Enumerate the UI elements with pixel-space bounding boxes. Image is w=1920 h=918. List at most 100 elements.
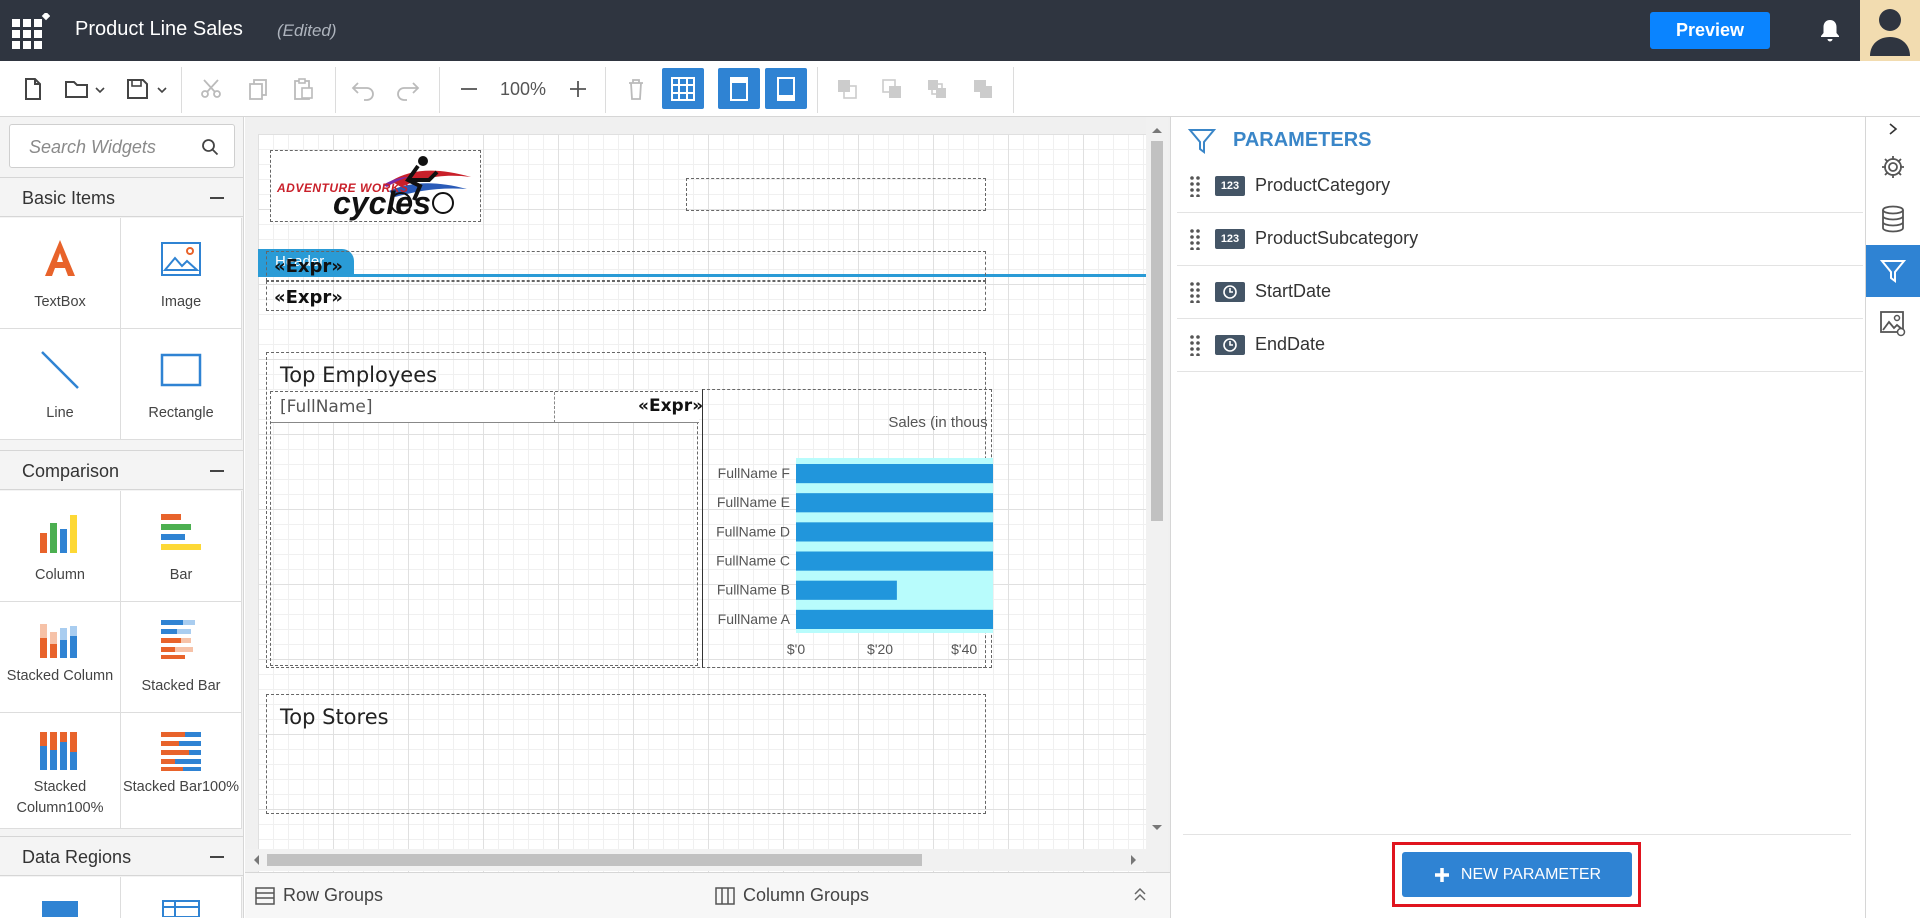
scroll-left-icon[interactable] [247,849,267,871]
widget-stacked-bar100[interactable]: Stacked Bar100% [121,713,242,829]
widget-stacked-column[interactable]: Stacked Column [0,602,121,713]
data-source-icon[interactable] [1866,193,1920,245]
user-avatar[interactable] [1860,0,1920,61]
cut-icon[interactable] [196,73,226,105]
scroll-down-icon[interactable] [1146,817,1168,837]
properties-rail [1865,117,1920,918]
widget-rectangle[interactable]: Rectangle [121,329,242,440]
image-manager-icon[interactable] [1866,297,1920,349]
expr-text: «Expr» [274,256,343,277]
parameter-item[interactable]: 123 ProductCategory [1177,160,1863,213]
notification-bell-icon[interactable] [1818,18,1842,44]
app-grid-icon[interactable] [10,11,51,51]
preview-button[interactable]: Preview [1650,12,1770,49]
top-employees-rectangle[interactable]: Top Employees [FullName] «Expr» Sales (i… [266,352,1056,668]
grid-toggle-icon[interactable] [662,68,704,109]
expr-textbox-1[interactable]: «Expr» [266,251,986,281]
copy-icon[interactable] [243,73,273,105]
bring-forward-icon[interactable] [832,73,862,105]
widget-textbox[interactable]: TextBox [0,218,121,329]
employees-table[interactable]: [FullName] «Expr» [270,391,703,666]
parameters-filter-icon[interactable] [1866,245,1920,297]
drag-handle-icon[interactable] [1189,334,1201,356]
save-icon[interactable] [124,73,170,105]
list-icon [121,897,241,917]
drag-handle-icon[interactable] [1189,228,1201,250]
expr-text: «Expr» [274,287,343,308]
redo-icon[interactable] [393,73,423,105]
section-title: Data Regions [22,847,132,867]
widget-bar[interactable]: Bar [121,491,242,602]
send-to-back-icon[interactable] [968,73,998,105]
column-groups-tab[interactable]: Column Groups [715,885,869,906]
section-data-regions[interactable]: Data Regions [0,836,243,876]
canvas-horizontal-scrollbar[interactable] [245,849,1147,871]
expr-cell[interactable]: «Expr» [638,396,703,416]
image-icon [121,242,241,276]
employees-chart[interactable]: Sales (in thous FullName F FullName E FullN… [702,389,1056,668]
top-stores-rectangle[interactable]: Top Stores [266,694,986,814]
designer-toolbar: 100% [0,61,1920,117]
collapse-icon[interactable] [210,856,224,858]
chart-category-label: FullName C [716,553,790,569]
bring-to-front-icon[interactable] [877,73,907,105]
drag-handle-icon[interactable] [1189,281,1201,303]
chart-bar [796,580,897,600]
widget-stacked-bar[interactable]: Stacked Bar [121,602,242,713]
logo-image[interactable]: ADVENTURE WORKS cycles [270,150,481,222]
chart-bar [796,464,1049,484]
widget-column[interactable]: Column [0,491,121,602]
search-icon[interactable] [201,138,219,161]
parameter-item[interactable]: EndDate [1177,319,1863,372]
row-groups-tab[interactable]: Row Groups [255,885,383,906]
collapse-icon[interactable] [210,197,224,199]
search-widgets-input[interactable]: Search Widgets [9,124,235,168]
top-employees-title: Top Employees [280,363,438,387]
section-basic-items[interactable]: Basic Items [0,177,243,217]
settings-gear-icon[interactable] [1866,141,1920,193]
stacked-bar-icon [121,618,241,660]
column-groups-label: Column Groups [743,885,870,905]
delete-icon[interactable] [621,73,651,105]
zoom-out-icon[interactable] [454,73,484,105]
header-textbox[interactable] [686,178,986,211]
report-page[interactable]: ADVENTURE WORKS cycles Header «Expr» «Ex… [258,134,1158,872]
widget-line[interactable]: Line [0,329,121,440]
widget-table[interactable] [0,877,121,918]
new-file-icon[interactable] [18,73,48,105]
scroll-up-icon[interactable] [1146,121,1168,141]
paste-icon[interactable] [288,73,318,105]
widget-stacked-column100[interactable]: Stacked Column100% [0,713,121,829]
scroll-right-icon[interactable] [1123,849,1143,871]
parameters-title: PARAMETERS [1233,129,1372,151]
zoom-in-icon[interactable] [563,73,593,105]
collapse-icon[interactable] [210,470,224,472]
expand-groups-icon[interactable] [1130,885,1150,905]
widget-label: Stacked Column100% [16,779,104,816]
chart-category-label: FullName F [718,465,790,481]
open-folder-icon[interactable] [62,73,108,105]
table-icon [0,897,120,917]
new-parameter-button[interactable]: NEW PARAMETER [1402,852,1632,897]
widget-label: Image [160,294,202,310]
widget-label: Rectangle [148,405,214,421]
design-canvas[interactable]: ADVENTURE WORKS cycles Header «Expr» «Ex… [245,117,1170,872]
send-backward-icon[interactable] [922,73,952,105]
widget-label: TextBox [34,294,86,310]
expr-textbox-2[interactable]: «Expr» [266,281,986,311]
widget-label: Line [46,405,74,421]
section-comparison[interactable]: Comparison [0,450,243,490]
widget-list[interactable] [121,877,242,918]
widget-label: Column [35,567,85,583]
header-toggle-icon[interactable] [718,68,760,109]
parameter-item[interactable]: 123 ProductSubcategory [1177,213,1863,266]
fullname-cell[interactable]: [FullName] [280,397,373,417]
undo-icon[interactable] [348,73,378,105]
widget-image[interactable]: Image [121,218,242,329]
canvas-vertical-scrollbar[interactable] [1146,117,1168,872]
collapse-panel-icon[interactable] [1866,117,1920,141]
footer-toggle-icon[interactable] [765,68,807,109]
parameter-item[interactable]: StartDate [1177,266,1863,319]
drag-handle-icon[interactable] [1189,175,1201,197]
parameters-panel: PARAMETERS 123 ProductCategory 123 Produ… [1170,117,1865,918]
